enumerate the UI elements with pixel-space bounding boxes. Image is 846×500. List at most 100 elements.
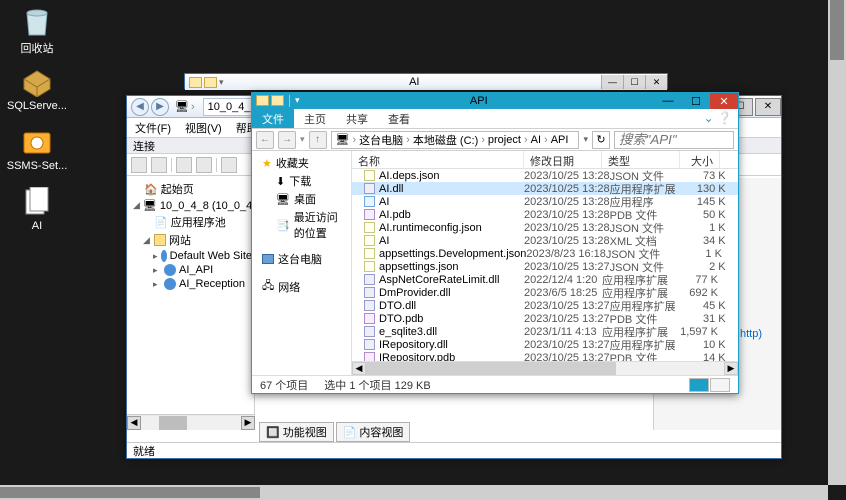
tab-content-view[interactable]: 📄 内容视图 xyxy=(336,422,411,442)
scroll-left-icon[interactable]: ◀ xyxy=(127,416,141,430)
nav-back-icon[interactable]: ◀ xyxy=(131,98,149,116)
breadcrumb[interactable]: 🖥› 这台电脑› 本地磁盘 (C:)› project› AI› API xyxy=(331,131,580,149)
tree-sites[interactable]: ◢ 网站 xyxy=(127,231,254,249)
maximize-button[interactable]: ☐ xyxy=(682,93,710,109)
chevron-down-icon[interactable]: ▾ xyxy=(300,134,305,145)
file-name: AI.deps.json xyxy=(379,170,440,182)
file-icon xyxy=(364,248,375,259)
scroll-right-icon[interactable]: ▶ xyxy=(724,362,738,375)
tree-default-website[interactable]: ▸ Default Web Site xyxy=(127,249,254,263)
file-date: 2023/10/25 13:28 xyxy=(524,196,610,208)
desktop-icon-ssms[interactable]: SSMS-Set... xyxy=(5,125,69,172)
box-icon xyxy=(21,65,53,97)
iis-tree: 🏠 起始页 ◢🖥 10_0_4_8 (10_0_4_8\Adminis 📄 应用… xyxy=(127,178,255,430)
page-vscroll[interactable] xyxy=(828,0,846,485)
ribbon-help-icon[interactable]: ⌄ ❔ xyxy=(698,109,738,128)
ribbon-tab-home[interactable]: 主页 xyxy=(294,109,336,128)
search-input[interactable] xyxy=(614,131,734,149)
crumb-project[interactable]: project xyxy=(488,134,521,146)
iis-tree-hscroll[interactable]: ◀ ▶ xyxy=(127,414,255,430)
toolbar-button[interactable] xyxy=(176,157,192,173)
col-name[interactable]: 名称 xyxy=(352,151,524,168)
nav-this-pc[interactable]: 这台电脑 xyxy=(252,250,351,268)
tree-ai-api[interactable]: ▸ AI_API xyxy=(127,263,254,277)
crumb-pc[interactable]: 这台电脑 xyxy=(359,132,403,148)
toolbar-button[interactable] xyxy=(131,157,147,173)
view-icons-button[interactable] xyxy=(710,378,730,392)
desktop-icon-ai[interactable]: AI xyxy=(5,185,69,232)
col-size[interactable]: 大小 xyxy=(680,151,720,168)
tab-features-view[interactable]: 🔲 功能视图 xyxy=(259,422,334,442)
toolbar-button[interactable] xyxy=(196,157,212,173)
col-type[interactable]: 类型 xyxy=(602,151,680,168)
toolbar-button[interactable] xyxy=(221,157,237,173)
close-button[interactable]: ✕ xyxy=(710,93,738,109)
nav-up-icon[interactable]: ↑ xyxy=(309,131,327,149)
crumb-drive[interactable]: 本地磁盘 (C:) xyxy=(413,132,478,148)
file-icon xyxy=(364,326,375,337)
view-details-button[interactable] xyxy=(689,378,709,392)
file-icon xyxy=(364,170,375,181)
scrollbar-thumb[interactable] xyxy=(159,416,187,430)
list-hscroll[interactable]: ◀ ▶ xyxy=(352,361,738,375)
file-size: 130 K xyxy=(688,183,728,195)
page-hscroll[interactable] xyxy=(0,485,828,500)
chevron-down-icon[interactable]: ▾ xyxy=(583,134,588,145)
file-name: AI xyxy=(379,196,389,208)
crumb-ai[interactable]: AI xyxy=(531,134,541,146)
file-date: 2022/12/4 1:20 xyxy=(524,274,602,286)
file-size: 77 K xyxy=(680,274,720,286)
toolbar-button[interactable] xyxy=(151,157,167,173)
list-item[interactable]: DTO.pdb2023/10/25 13:27PDB 文件31 K xyxy=(352,312,738,325)
api-window-title: API xyxy=(304,95,654,107)
nav-fwd-icon[interactable]: → xyxy=(278,131,296,149)
ribbon-tab-file[interactable]: 文件 xyxy=(252,109,294,128)
tree-server[interactable]: ◢🖥 10_0_4_8 (10_0_4_8\Adminis xyxy=(127,198,254,213)
nav-back-icon[interactable]: ← xyxy=(256,131,274,149)
nav-network[interactable]: 🖧 网络 xyxy=(252,276,351,297)
tree-start-page[interactable]: 🏠 起始页 xyxy=(127,180,254,198)
list-header[interactable]: 名称 修改日期 类型 大小 xyxy=(352,151,738,169)
nav-recent[interactable]: 📑 最近访问的位置 xyxy=(252,208,351,242)
file-date: 2023/10/25 13:27 xyxy=(524,313,610,325)
file-icon xyxy=(364,183,375,194)
ai-titlebar[interactable]: ▾ AI — ☐ ✕ xyxy=(185,74,667,90)
scrollbar-thumb[interactable] xyxy=(830,0,844,60)
ribbon-tab-view[interactable]: 查看 xyxy=(378,109,420,128)
minimize-button[interactable]: — xyxy=(601,75,623,89)
file-icon xyxy=(364,287,375,298)
window-explorer-ai: ▾ AI — ☐ ✕ xyxy=(184,73,668,89)
nav-desktop[interactable]: 🖥 桌面 xyxy=(252,190,351,208)
col-date[interactable]: 修改日期 xyxy=(524,151,602,168)
list-item[interactable]: IRepository.pdb2023/10/25 13:27PDB 文件14 … xyxy=(352,351,738,361)
api-titlebar[interactable]: ▾ API — ☐ ✕ xyxy=(252,93,738,109)
scroll-right-icon[interactable]: ▶ xyxy=(241,416,255,430)
list-item[interactable]: AspNetCoreRateLimit.dll2022/12/4 1:20应用程… xyxy=(352,273,738,286)
maximize-button[interactable]: ☐ xyxy=(623,75,645,89)
nav-favorites[interactable]: ★收藏夹 xyxy=(252,154,351,172)
pc-icon: 🖥 xyxy=(336,133,350,146)
iis-right-link[interactable]: http) xyxy=(740,328,762,340)
nav-downloads[interactable]: ⬇ 下载 xyxy=(252,172,351,190)
close-button[interactable]: ✕ xyxy=(755,98,781,116)
nav-fwd-icon[interactable]: ▶ xyxy=(151,98,169,116)
crumb-api[interactable]: API xyxy=(551,134,569,146)
refresh-icon[interactable]: ↻ xyxy=(592,131,610,149)
ribbon-tab-share[interactable]: 共享 xyxy=(336,109,378,128)
scrollbar-thumb[interactable] xyxy=(366,362,616,375)
tree-app-pools[interactable]: 📄 应用程序池 xyxy=(127,213,254,231)
menu-file[interactable]: 文件(F) xyxy=(135,120,171,136)
scroll-left-icon[interactable]: ◀ xyxy=(352,362,366,375)
menu-view[interactable]: 视图(V) xyxy=(185,120,222,136)
desktop-icon-sqlserver[interactable]: SQLServe... xyxy=(5,65,69,112)
file-icon xyxy=(364,209,375,220)
list-item[interactable]: appsettings.json2023/10/25 13:27JSON 文件2… xyxy=(352,260,738,273)
scrollbar-thumb[interactable] xyxy=(0,487,260,498)
file-date: 2023/10/25 13:28 xyxy=(524,183,610,195)
status-count: 67 个项目 xyxy=(260,377,308,393)
tree-ai-reception[interactable]: ▸ AI_Reception xyxy=(127,277,254,291)
file-date: 2023/6/5 18:25 xyxy=(524,287,602,299)
close-button[interactable]: ✕ xyxy=(645,75,667,89)
desktop-icon-recycle[interactable]: 回收站 xyxy=(5,5,69,56)
minimize-button[interactable]: — xyxy=(654,93,682,109)
